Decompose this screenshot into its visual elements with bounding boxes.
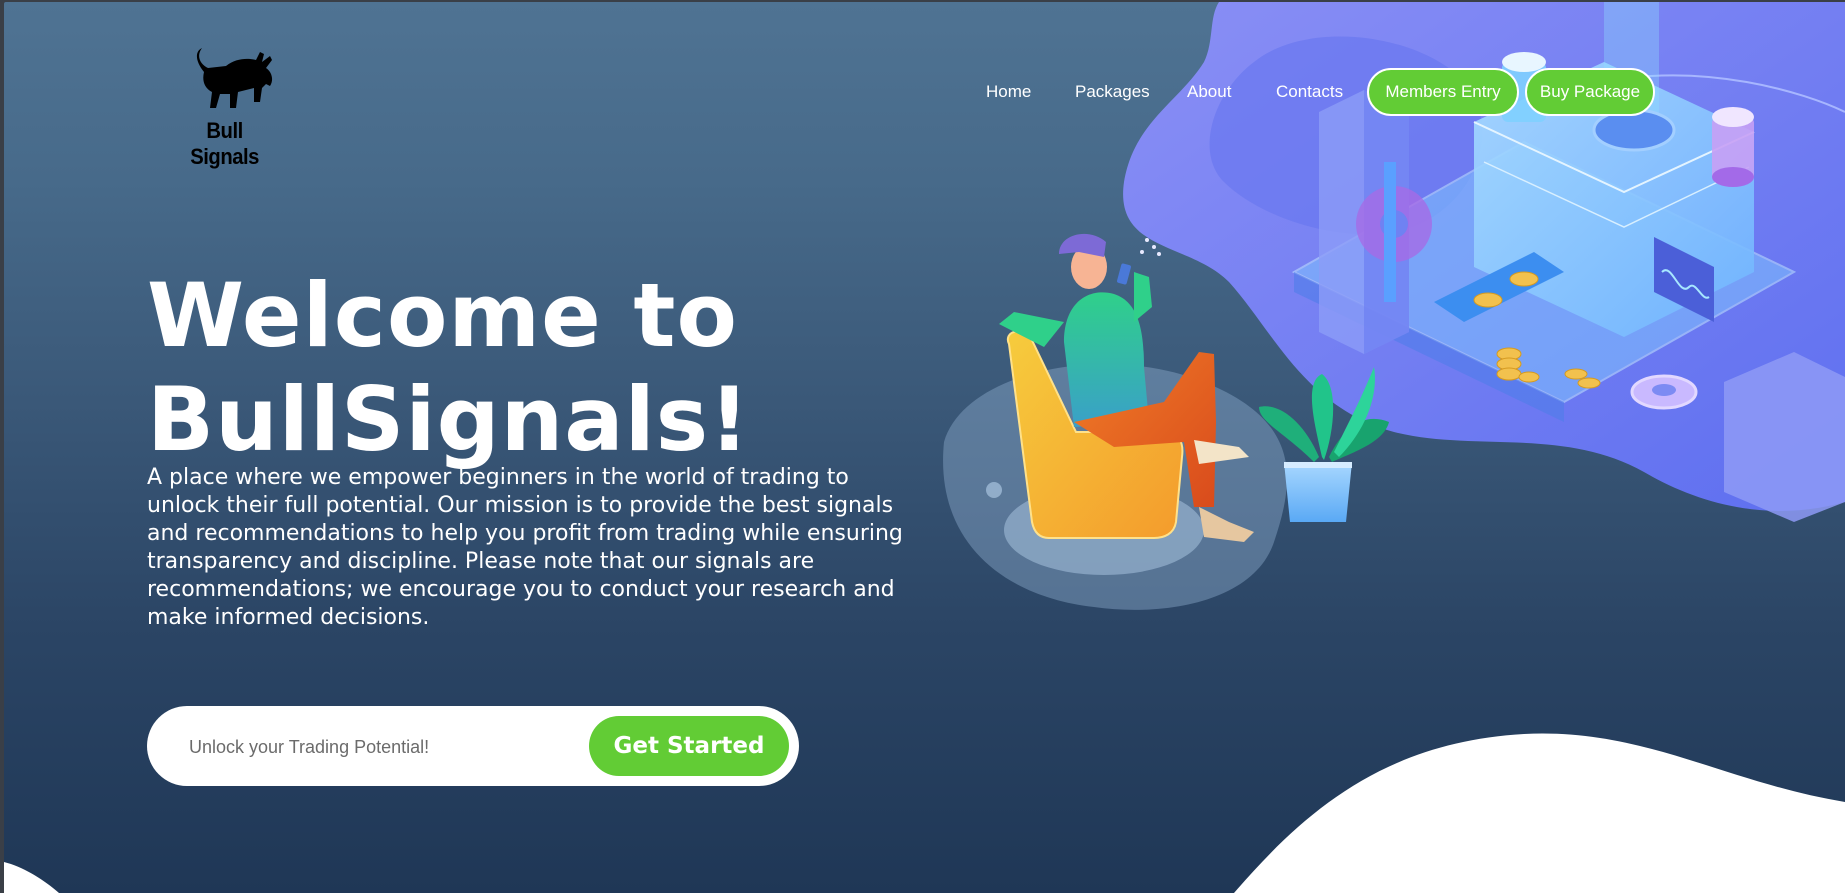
nav-contacts[interactable]: Contacts — [1276, 82, 1343, 102]
signup-form: Get Started — [147, 706, 799, 786]
members-entry-button[interactable]: Members Entry — [1367, 68, 1519, 116]
wave-shape — [1234, 733, 1845, 893]
nav-home[interactable]: Home — [986, 82, 1031, 102]
get-started-button[interactable]: Get Started — [589, 716, 789, 776]
page-title: Welcome to BullSignals! — [147, 264, 847, 472]
nav-packages[interactable]: Packages — [1075, 82, 1150, 102]
main-nav: Home Packages About Contacts Members Ent… — [4, 68, 1845, 120]
nav-about[interactable]: About — [1187, 82, 1231, 102]
title-line-1: Welcome to — [147, 264, 738, 367]
buy-package-button[interactable]: Buy Package — [1525, 68, 1655, 116]
brand-name: Bull Signals — [190, 118, 259, 169]
title-line-2: BullSignals! — [147, 368, 751, 471]
hero-description: A place where we empower beginners in th… — [147, 465, 903, 630]
hero-section: Bull Signals Home Packages About Contact… — [4, 2, 1845, 893]
email-field[interactable] — [187, 728, 571, 766]
